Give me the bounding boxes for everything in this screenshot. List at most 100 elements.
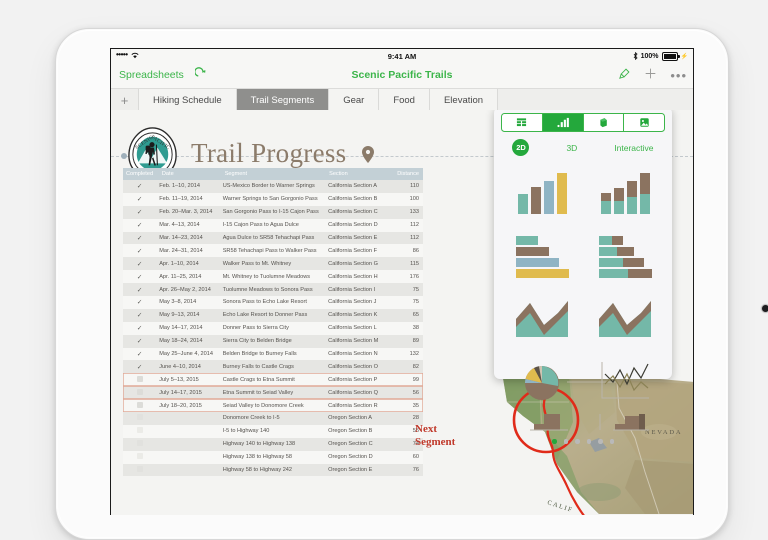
cell-distance[interactable]: 86 <box>389 248 423 254</box>
table-row[interactable]: ✓ June 4–10, 2014 Burney Falls to Castle C… <box>123 360 423 374</box>
cell-section[interactable]: California Section J <box>328 299 389 305</box>
cell-distance[interactable]: 176 <box>389 274 423 280</box>
cell-section[interactable]: California Section G <box>328 261 389 267</box>
page-dot[interactable] <box>552 439 557 444</box>
add-sheet-button[interactable]: + <box>111 89 139 111</box>
cell-section[interactable]: Oregon Section B <box>328 428 389 434</box>
popover-page-indicator[interactable] <box>494 439 672 444</box>
page-dot[interactable] <box>598 439 603 444</box>
sheet-canvas[interactable]: SCENIC PACIFIC TRAILS Trail Progress Com… <box>111 110 693 515</box>
cell-date[interactable]: Mar. 14–23, 2014 <box>156 235 222 241</box>
page-dot[interactable] <box>586 439 591 444</box>
tab-gear[interactable]: Gear <box>329 89 380 111</box>
cell-date[interactable]: May 14–17, 2014 <box>156 325 222 331</box>
cell-segment[interactable]: Highway 58 to Highway 242 <box>223 467 328 473</box>
chart-type-bar[interactable] <box>500 224 583 287</box>
cell-section[interactable]: California Section H <box>328 274 389 280</box>
trail-segments-table[interactable]: Completed Date Segment Section Distance … <box>123 168 423 477</box>
cell-distance[interactable]: 89 <box>389 338 423 344</box>
cell-segment[interactable]: Sonora Pass to Echo Lake Resort <box>223 299 328 305</box>
cell-distance[interactable]: 132 <box>389 351 423 357</box>
cell-segment[interactable]: Donomore Creek to I-5 <box>223 415 328 421</box>
segment-shape-icon[interactable] <box>584 114 625 131</box>
table-row[interactable]: Highway 58 to Highway 242 Oregon Section … <box>123 463 423 477</box>
cell-date[interactable]: June 4–10, 2014 <box>156 364 222 370</box>
chart-mode-tabs[interactable]: 2D 3D Interactive <box>494 139 672 156</box>
cell-section[interactable]: Oregon Section E <box>328 467 389 473</box>
mode-interactive-button[interactable]: Interactive <box>614 143 653 153</box>
table-row[interactable]: ✓ Feb. 20–Mar. 3, 2014 San Gorgonio Pass t… <box>123 205 423 219</box>
chart-type-scatter-partial-right[interactable] <box>583 413 666 435</box>
cell-section[interactable]: California Section N <box>328 351 389 357</box>
segment-chart-icon[interactable] <box>542 114 584 131</box>
completed-checkmark[interactable]: ✓ <box>123 337 156 345</box>
cell-distance[interactable]: 35 <box>389 403 423 409</box>
cell-distance[interactable]: 115 <box>389 261 423 267</box>
completed-checkbox[interactable] <box>123 375 156 384</box>
table-row[interactable]: ✓ Mar. 4–13, 2014 I-15 Cajon Pass to Agua … <box>123 218 423 232</box>
plus-icon[interactable] <box>644 67 657 85</box>
cell-distance[interactable]: 38 <box>389 325 423 331</box>
cell-segment[interactable]: Donner Pass to Sierra City <box>223 325 328 331</box>
table-row[interactable]: ✓ Mar. 24–31, 2014 SR58 Tehachapi Pass to … <box>123 244 423 258</box>
cell-segment[interactable]: Warner Springs to San Gorgonio Pass <box>223 196 328 202</box>
completed-checkbox[interactable] <box>123 466 156 474</box>
completed-checkmark[interactable]: ✓ <box>123 286 156 294</box>
cell-date[interactable]: Mar. 24–31, 2014 <box>156 248 222 254</box>
mode-2d-button[interactable]: 2D <box>512 139 530 156</box>
table-row[interactable]: ✓ Mar. 14–23, 2014 Agua Dulce to SR58 Teha… <box>123 231 423 245</box>
table-row[interactable]: Highway 138 to Highway 58 Oregon Section … <box>123 450 423 464</box>
tab-food[interactable]: Food <box>379 89 430 111</box>
mode-3d-button[interactable]: 3D <box>566 143 577 153</box>
chart-type-pie[interactable] <box>500 350 583 413</box>
table-row[interactable]: ✓ May 25–June 4, 2014 Belden Bridge to Bur… <box>123 347 423 361</box>
cell-section[interactable]: California Section B <box>328 196 389 202</box>
cell-segment[interactable]: Seiad Valley to Donomore Creek <box>223 403 328 409</box>
table-row[interactable]: July 5–13, 2015 Castle Crags to Etna Summ… <box>123 373 423 387</box>
completed-checkmark[interactable]: ✓ <box>123 324 156 332</box>
chart-type-line[interactable] <box>583 350 666 413</box>
cell-section[interactable]: California Section A <box>328 183 389 189</box>
cell-segment[interactable]: US-Mexico Border to Warner Springs <box>223 183 328 189</box>
completed-checkbox[interactable] <box>123 427 156 435</box>
cell-segment[interactable]: Burney Falls to Castle Crags <box>223 364 328 370</box>
cell-segment[interactable]: Agua Dulce to SR58 Tehachapi Pass <box>223 235 328 241</box>
table-row[interactable]: July 18–20, 2015 Seiad Valley to Donomore… <box>123 399 423 413</box>
cell-distance[interactable]: 75 <box>389 287 423 293</box>
chart-type-column[interactable] <box>500 161 583 224</box>
cell-section[interactable]: California Section F <box>328 248 389 254</box>
cell-date[interactable]: July 18–20, 2015 <box>156 403 222 409</box>
cell-distance[interactable]: 75 <box>389 299 423 305</box>
completed-checkmark[interactable]: ✓ <box>123 298 156 306</box>
table-row[interactable]: ✓ May 18–24, 2014 Sierra City to Belden Br… <box>123 334 423 348</box>
completed-checkbox[interactable] <box>123 401 156 410</box>
completed-checkmark[interactable]: ✓ <box>123 195 156 203</box>
cell-segment[interactable]: Belden Bridge to Burney Falls <box>223 351 328 357</box>
cell-date[interactable]: Mar. 4–13, 2014 <box>156 222 222 228</box>
cell-date[interactable]: Feb. 1–10, 2014 <box>156 183 222 189</box>
cell-distance[interactable]: 60 <box>389 454 423 460</box>
cell-date[interactable]: July 14–17, 2015 <box>156 390 222 396</box>
more-icon[interactable]: ••• <box>670 69 687 82</box>
table-row[interactable]: ✓ Feb. 11–19, 2014 Warner Springs to San G… <box>123 192 423 206</box>
chart-type-area[interactable] <box>500 287 583 350</box>
table-row[interactable]: Donomore Creek to I-5 Oregon Section A 28 <box>123 412 423 425</box>
completed-checkmark[interactable]: ✓ <box>123 221 156 229</box>
cell-distance[interactable]: 100 <box>389 196 423 202</box>
brush-icon[interactable] <box>618 67 631 85</box>
table-row[interactable]: ✓ Apr. 11–25, 2014 Mt. Whitney to Tuolumne… <box>123 270 423 284</box>
chart-type-grid[interactable] <box>494 161 672 435</box>
table-row[interactable]: ✓ Feb. 1–10, 2014 US-Mexico Border to Warn… <box>123 180 423 193</box>
cell-date[interactable]: July 5–13, 2015 <box>156 377 222 383</box>
cell-distance[interactable]: 28 <box>389 415 423 421</box>
completed-checkmark[interactable]: ✓ <box>123 273 156 281</box>
cell-section[interactable]: California Section O <box>328 364 389 370</box>
cell-section[interactable]: California Section Q <box>328 390 389 396</box>
cell-segment[interactable]: Echo Lake Resort to Donner Pass <box>223 312 328 318</box>
completed-checkmark[interactable]: ✓ <box>123 363 156 371</box>
table-row[interactable]: July 14–17, 2015 Etna Summit to Seiad Val… <box>123 386 423 400</box>
cell-date[interactable]: May 3–8, 2014 <box>156 299 222 305</box>
cell-segment[interactable]: I-15 Cajon Pass to Agua Dulce <box>223 222 328 228</box>
table-row[interactable]: ✓ Apr. 26–May 2, 2014 Tuolumne Meadows to … <box>123 283 423 297</box>
cell-section[interactable]: California Section E <box>328 235 389 241</box>
